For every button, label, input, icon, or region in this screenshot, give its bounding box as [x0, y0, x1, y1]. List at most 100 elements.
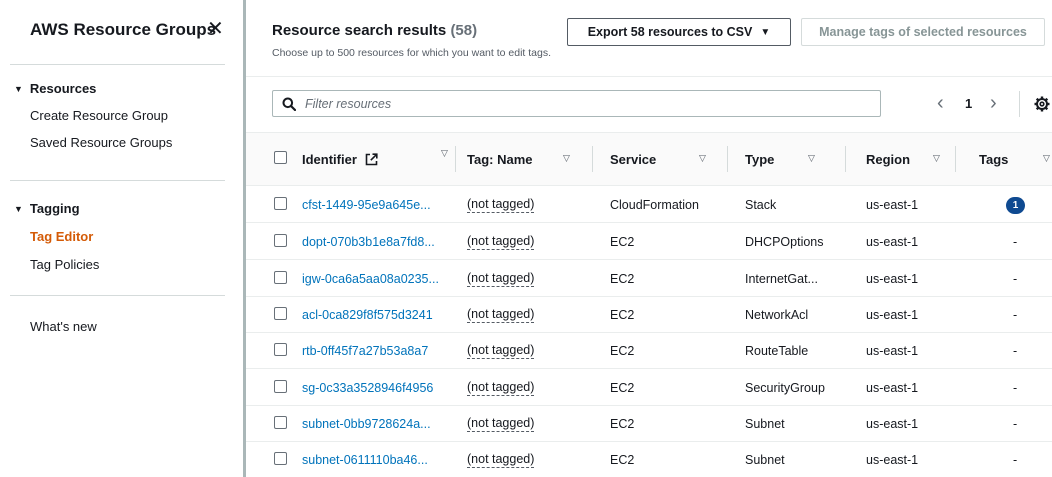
sidebar-divider [10, 295, 225, 296]
column-header-service[interactable]: Service [610, 152, 656, 167]
column-header-type[interactable]: Type [745, 152, 774, 167]
caret-down-icon: ▼ [14, 84, 23, 94]
type-cell: RouteTable [745, 344, 809, 358]
row-checkbox[interactable] [274, 416, 287, 429]
column-header-identifier[interactable]: Identifier [302, 152, 378, 167]
row-checkbox[interactable] [274, 380, 287, 393]
sort-icon[interactable]: ▽ [1043, 153, 1050, 164]
sidebar-item-create-resource-group[interactable]: Create Resource Group [30, 108, 168, 123]
result-count: (58) [450, 22, 478, 39]
region-cell: us-east-1 [866, 198, 919, 212]
region-cell: us-east-1 [866, 417, 919, 431]
type-cell: Subnet [745, 417, 785, 431]
sidebar-title: AWS Resource Groups [30, 20, 217, 39]
manage-tags-button[interactable]: Manage tags of selected resources [801, 18, 1045, 46]
service-cell: EC2 [610, 417, 635, 431]
region-cell: us-east-1 [866, 381, 919, 395]
column-header-label: Identifier [302, 152, 357, 167]
resource-identifier-link[interactable]: igw-0ca6a5aa08a0235... [302, 272, 439, 286]
tag-name-value[interactable]: (not tagged) [467, 452, 535, 468]
region-cell: us-east-1 [866, 272, 919, 286]
sidebar-section-tagging[interactable]: ▼ Tagging [14, 201, 80, 216]
tags-count-cell: - [1013, 381, 1018, 395]
resource-identifier-link[interactable]: subnet-0611110ba46... [302, 453, 428, 467]
close-icon[interactable]: ✕ [207, 18, 224, 40]
tag-name-value[interactable]: (not tagged) [467, 307, 535, 323]
tags-count-cell: - [1013, 417, 1018, 431]
export-csv-button[interactable]: Export 58 resources to CSV ▼ [567, 18, 791, 46]
resource-identifier-link[interactable]: subnet-0bb9728624a... [302, 417, 431, 431]
tag-name-value[interactable]: (not tagged) [467, 197, 535, 213]
sort-icon[interactable]: ▽ [441, 148, 448, 159]
service-cell: CloudFormation [610, 198, 699, 212]
type-cell: InternetGat... [745, 272, 818, 286]
sort-icon[interactable]: ▽ [808, 153, 815, 164]
resource-identifier-link[interactable]: dopt-070b3b1e8a7fd8... [302, 235, 435, 249]
tags-count-cell: - [1013, 308, 1018, 322]
row-checkbox[interactable] [274, 234, 287, 247]
sidebar: AWS Resource Groups ✕ ▼ Resources Create … [0, 0, 243, 477]
sidebar-divider [10, 180, 225, 181]
caret-down-icon: ▼ [14, 204, 23, 214]
service-cell: EC2 [610, 453, 635, 467]
type-cell: NetworkAcl [745, 308, 809, 322]
resource-identifier-link[interactable]: cfst-1449-95e9a645e... [302, 198, 431, 212]
column-divider [955, 146, 956, 172]
row-checkbox[interactable] [274, 197, 287, 210]
service-cell: EC2 [610, 272, 635, 286]
row-checkbox[interactable] [274, 452, 287, 465]
resource-identifier-link[interactable]: acl-0ca829f8f575d3241 [302, 308, 433, 322]
region-cell: us-east-1 [866, 344, 919, 358]
select-all-checkbox[interactable] [274, 151, 287, 164]
type-cell: Subnet [745, 453, 785, 467]
filter-resources-input[interactable] [305, 96, 865, 111]
resource-identifier-link[interactable]: rtb-0ff45f7a27b53a8a7 [302, 344, 428, 358]
sort-icon[interactable]: ▽ [933, 153, 940, 164]
tags-count-cell: - [1013, 235, 1018, 249]
row-checkbox[interactable] [274, 343, 287, 356]
sort-icon[interactable]: ▽ [699, 153, 706, 164]
region-cell: us-east-1 [866, 308, 919, 322]
filter-resources-field[interactable] [272, 90, 881, 117]
resource-identifier-link[interactable]: sg-0c33a3528946f4956 [302, 381, 433, 395]
tags-count-cell: - [1013, 272, 1018, 286]
service-cell: EC2 [610, 344, 635, 358]
column-header-tags[interactable]: Tags [979, 152, 1008, 167]
sidebar-section-label: Tagging [29, 201, 80, 216]
settings-gear-icon[interactable] [1034, 96, 1050, 112]
sidebar-section-resources[interactable]: ▼ Resources [14, 81, 96, 96]
page-title-text: Resource search results [272, 22, 447, 39]
sidebar-divider [10, 64, 225, 65]
tag-name-value[interactable]: (not tagged) [467, 271, 535, 287]
page-title: Resource search results (58) [272, 22, 477, 39]
row-checkbox[interactable] [274, 307, 287, 320]
chevron-right-icon[interactable]: › [990, 92, 997, 114]
page-number[interactable]: 1 [965, 96, 972, 111]
sidebar-item-whats-new[interactable]: What's new [30, 319, 97, 334]
sidebar-item-saved-resource-groups[interactable]: Saved Resource Groups [30, 135, 172, 150]
export-csv-label: Export 58 resources to CSV [587, 25, 753, 39]
service-cell: EC2 [610, 235, 635, 249]
header-divider [246, 76, 1052, 77]
sidebar-section-label: Resources [29, 81, 97, 96]
page-description: Choose up to 500 resources for which you… [272, 47, 551, 59]
row-checkbox[interactable] [274, 271, 287, 284]
column-divider [455, 146, 456, 172]
tags-count-cell: - [1013, 453, 1018, 467]
region-cell: us-east-1 [866, 235, 919, 249]
column-header-tag-name[interactable]: Tag: Name [467, 152, 533, 167]
column-header-region[interactable]: Region [866, 152, 910, 167]
type-cell: DHCPOptions [745, 235, 824, 249]
tag-name-value[interactable]: (not tagged) [467, 416, 535, 432]
tag-name-value[interactable]: (not tagged) [467, 234, 535, 250]
service-cell: EC2 [610, 381, 635, 395]
tag-name-value[interactable]: (not tagged) [467, 343, 535, 359]
chevron-left-icon[interactable]: ‹ [937, 92, 944, 114]
tags-count-badge[interactable]: 1 [1006, 197, 1025, 214]
sidebar-item-tag-editor[interactable]: Tag Editor [30, 229, 93, 244]
sort-icon[interactable]: ▽ [563, 153, 570, 164]
tags-count-cell: - [1013, 344, 1018, 358]
tag-name-value[interactable]: (not tagged) [467, 380, 535, 396]
column-divider [592, 146, 593, 172]
sidebar-item-tag-policies[interactable]: Tag Policies [30, 257, 99, 272]
